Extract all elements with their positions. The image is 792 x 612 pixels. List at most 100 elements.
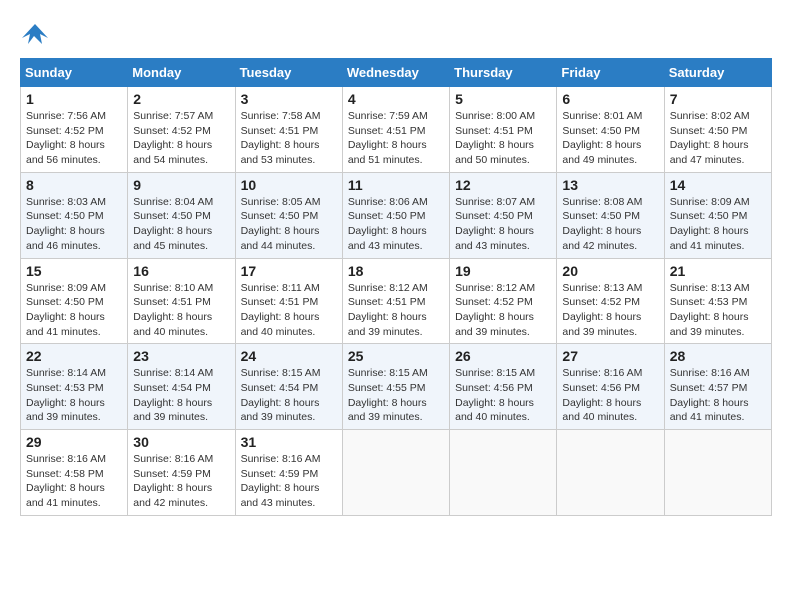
day-number: 19 <box>455 263 551 279</box>
sunrise-text: Sunrise: 7:59 AM <box>348 110 428 122</box>
day-detail: Sunrise: 8:09 AM Sunset: 4:50 PM Dayligh… <box>670 195 766 254</box>
day-number: 13 <box>562 177 658 193</box>
column-header-friday: Friday <box>557 59 664 87</box>
day-detail: Sunrise: 8:00 AM Sunset: 4:51 PM Dayligh… <box>455 109 551 168</box>
calendar-cell <box>664 430 771 516</box>
sunrise-text: Sunrise: 8:16 AM <box>670 367 750 379</box>
sunrise-text: Sunrise: 8:09 AM <box>26 282 106 294</box>
sunset-text: Sunset: 4:50 PM <box>562 210 640 222</box>
day-number: 24 <box>241 348 337 364</box>
daylight-text: Daylight: 8 hours and 39 minutes. <box>348 311 427 338</box>
day-detail: Sunrise: 8:14 AM Sunset: 4:54 PM Dayligh… <box>133 366 229 425</box>
calendar-cell: 4 Sunrise: 7:59 AM Sunset: 4:51 PM Dayli… <box>342 87 449 173</box>
day-number: 18 <box>348 263 444 279</box>
daylight-text: Daylight: 8 hours and 40 minutes. <box>455 397 534 424</box>
day-number: 8 <box>26 177 122 193</box>
sunset-text: Sunset: 4:52 PM <box>133 125 211 137</box>
sunset-text: Sunset: 4:50 PM <box>670 125 748 137</box>
logo <box>20 20 54 48</box>
day-number: 21 <box>670 263 766 279</box>
day-detail: Sunrise: 7:56 AM Sunset: 4:52 PM Dayligh… <box>26 109 122 168</box>
day-number: 29 <box>26 434 122 450</box>
day-number: 12 <box>455 177 551 193</box>
day-detail: Sunrise: 8:12 AM Sunset: 4:51 PM Dayligh… <box>348 281 444 340</box>
sunset-text: Sunset: 4:51 PM <box>455 125 533 137</box>
calendar-cell: 27 Sunrise: 8:16 AM Sunset: 4:56 PM Dayl… <box>557 344 664 430</box>
calendar-cell: 13 Sunrise: 8:08 AM Sunset: 4:50 PM Dayl… <box>557 172 664 258</box>
daylight-text: Daylight: 8 hours and 50 minutes. <box>455 139 534 166</box>
calendar-cell: 12 Sunrise: 8:07 AM Sunset: 4:50 PM Dayl… <box>450 172 557 258</box>
calendar-cell: 31 Sunrise: 8:16 AM Sunset: 4:59 PM Dayl… <box>235 430 342 516</box>
logo-icon <box>20 20 50 48</box>
day-detail: Sunrise: 8:15 AM Sunset: 4:54 PM Dayligh… <box>241 366 337 425</box>
daylight-text: Daylight: 8 hours and 39 minutes. <box>133 397 212 424</box>
sunrise-text: Sunrise: 8:10 AM <box>133 282 213 294</box>
calendar-cell: 21 Sunrise: 8:13 AM Sunset: 4:53 PM Dayl… <box>664 258 771 344</box>
sunrise-text: Sunrise: 8:08 AM <box>562 196 642 208</box>
daylight-text: Daylight: 8 hours and 43 minutes. <box>241 482 320 509</box>
daylight-text: Daylight: 8 hours and 47 minutes. <box>670 139 749 166</box>
sunset-text: Sunset: 4:52 PM <box>455 296 533 308</box>
sunrise-text: Sunrise: 7:57 AM <box>133 110 213 122</box>
calendar-cell: 6 Sunrise: 8:01 AM Sunset: 4:50 PM Dayli… <box>557 87 664 173</box>
daylight-text: Daylight: 8 hours and 40 minutes. <box>133 311 212 338</box>
day-number: 9 <box>133 177 229 193</box>
daylight-text: Daylight: 8 hours and 41 minutes. <box>26 482 105 509</box>
calendar-cell <box>557 430 664 516</box>
sunset-text: Sunset: 4:56 PM <box>562 382 640 394</box>
sunrise-text: Sunrise: 8:12 AM <box>455 282 535 294</box>
sunset-text: Sunset: 4:51 PM <box>241 125 319 137</box>
day-detail: Sunrise: 8:14 AM Sunset: 4:53 PM Dayligh… <box>26 366 122 425</box>
day-number: 3 <box>241 91 337 107</box>
calendar-week-1: 1 Sunrise: 7:56 AM Sunset: 4:52 PM Dayli… <box>21 87 772 173</box>
daylight-text: Daylight: 8 hours and 56 minutes. <box>26 139 105 166</box>
sunrise-text: Sunrise: 8:07 AM <box>455 196 535 208</box>
sunset-text: Sunset: 4:54 PM <box>133 382 211 394</box>
sunrise-text: Sunrise: 8:06 AM <box>348 196 428 208</box>
daylight-text: Daylight: 8 hours and 43 minutes. <box>348 225 427 252</box>
page-header <box>20 20 772 48</box>
column-header-monday: Monday <box>128 59 235 87</box>
daylight-text: Daylight: 8 hours and 39 minutes. <box>348 397 427 424</box>
sunset-text: Sunset: 4:51 PM <box>348 296 426 308</box>
calendar-cell: 14 Sunrise: 8:09 AM Sunset: 4:50 PM Dayl… <box>664 172 771 258</box>
sunset-text: Sunset: 4:50 PM <box>455 210 533 222</box>
day-detail: Sunrise: 8:16 AM Sunset: 4:57 PM Dayligh… <box>670 366 766 425</box>
sunset-text: Sunset: 4:58 PM <box>26 468 104 480</box>
sunrise-text: Sunrise: 8:03 AM <box>26 196 106 208</box>
calendar-header-row: SundayMondayTuesdayWednesdayThursdayFrid… <box>21 59 772 87</box>
day-number: 23 <box>133 348 229 364</box>
daylight-text: Daylight: 8 hours and 44 minutes. <box>241 225 320 252</box>
calendar-cell: 15 Sunrise: 8:09 AM Sunset: 4:50 PM Dayl… <box>21 258 128 344</box>
day-detail: Sunrise: 8:05 AM Sunset: 4:50 PM Dayligh… <box>241 195 337 254</box>
calendar-cell: 9 Sunrise: 8:04 AM Sunset: 4:50 PM Dayli… <box>128 172 235 258</box>
calendar-cell: 23 Sunrise: 8:14 AM Sunset: 4:54 PM Dayl… <box>128 344 235 430</box>
daylight-text: Daylight: 8 hours and 39 minutes. <box>670 311 749 338</box>
calendar-cell: 18 Sunrise: 8:12 AM Sunset: 4:51 PM Dayl… <box>342 258 449 344</box>
day-number: 17 <box>241 263 337 279</box>
sunset-text: Sunset: 4:53 PM <box>670 296 748 308</box>
day-detail: Sunrise: 8:02 AM Sunset: 4:50 PM Dayligh… <box>670 109 766 168</box>
day-detail: Sunrise: 8:15 AM Sunset: 4:56 PM Dayligh… <box>455 366 551 425</box>
calendar-cell: 26 Sunrise: 8:15 AM Sunset: 4:56 PM Dayl… <box>450 344 557 430</box>
day-number: 6 <box>562 91 658 107</box>
calendar-cell: 19 Sunrise: 8:12 AM Sunset: 4:52 PM Dayl… <box>450 258 557 344</box>
calendar-cell: 1 Sunrise: 7:56 AM Sunset: 4:52 PM Dayli… <box>21 87 128 173</box>
daylight-text: Daylight: 8 hours and 54 minutes. <box>133 139 212 166</box>
day-number: 5 <box>455 91 551 107</box>
sunrise-text: Sunrise: 8:16 AM <box>133 453 213 465</box>
sunrise-text: Sunrise: 7:56 AM <box>26 110 106 122</box>
day-detail: Sunrise: 8:16 AM Sunset: 4:58 PM Dayligh… <box>26 452 122 511</box>
sunset-text: Sunset: 4:50 PM <box>670 210 748 222</box>
sunrise-text: Sunrise: 8:00 AM <box>455 110 535 122</box>
day-number: 25 <box>348 348 444 364</box>
column-header-wednesday: Wednesday <box>342 59 449 87</box>
calendar-cell <box>342 430 449 516</box>
column-header-tuesday: Tuesday <box>235 59 342 87</box>
day-detail: Sunrise: 8:09 AM Sunset: 4:50 PM Dayligh… <box>26 281 122 340</box>
day-number: 20 <box>562 263 658 279</box>
daylight-text: Daylight: 8 hours and 40 minutes. <box>562 397 641 424</box>
day-detail: Sunrise: 8:16 AM Sunset: 4:59 PM Dayligh… <box>133 452 229 511</box>
sunset-text: Sunset: 4:50 PM <box>348 210 426 222</box>
day-detail: Sunrise: 8:04 AM Sunset: 4:50 PM Dayligh… <box>133 195 229 254</box>
